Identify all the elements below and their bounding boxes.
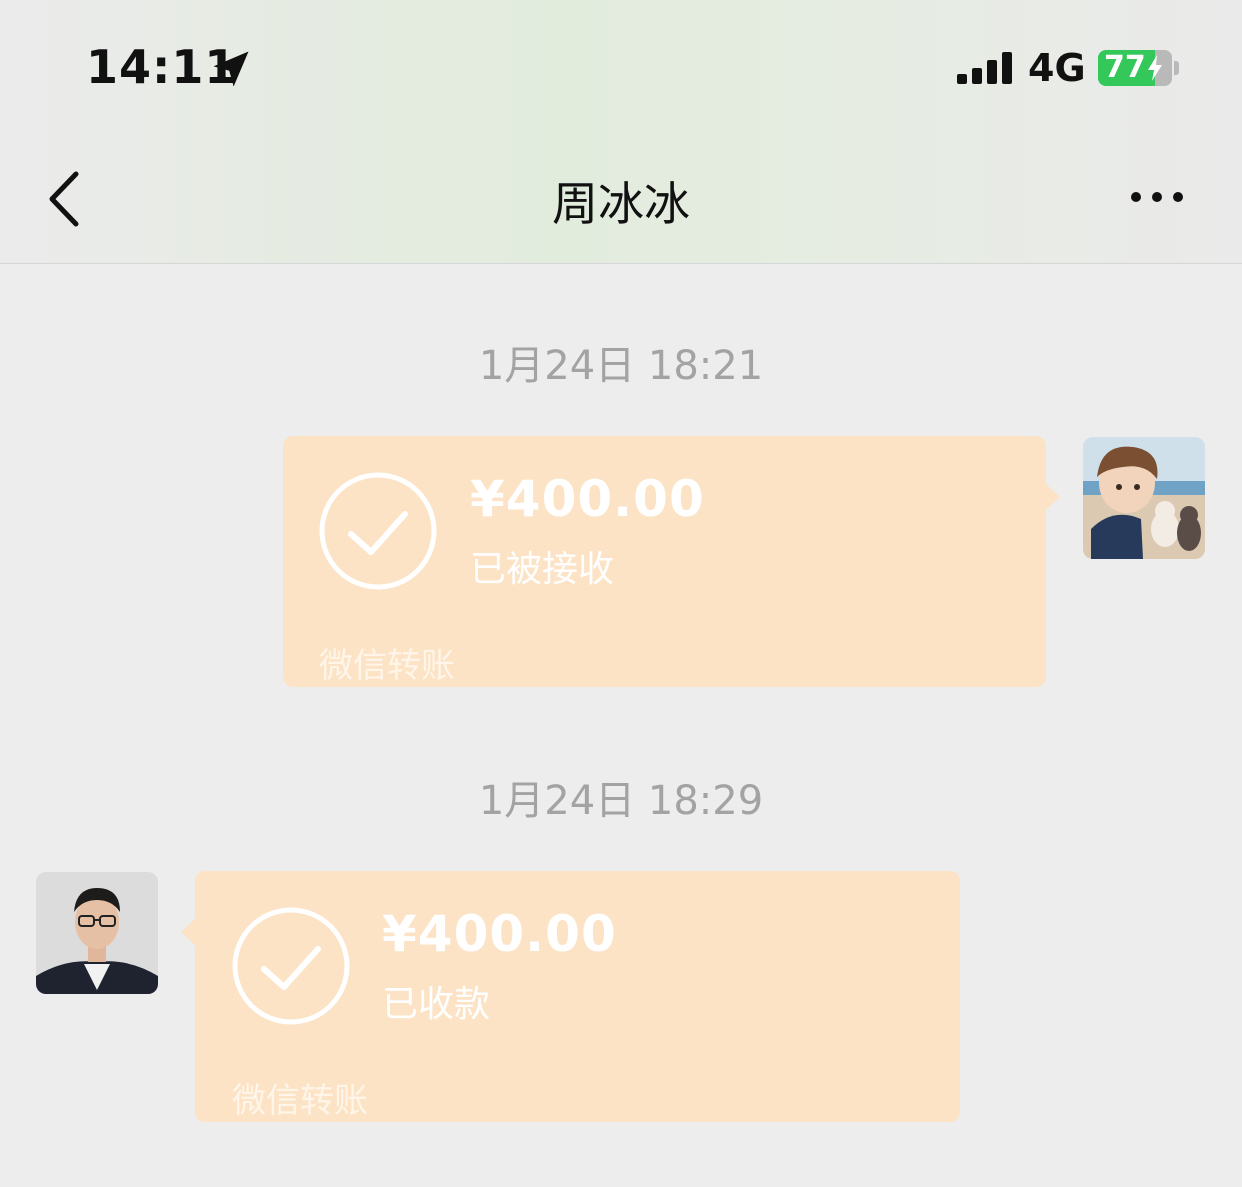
my-avatar[interactable] — [1083, 437, 1205, 559]
cartoon-boy-avatar-icon — [1083, 437, 1205, 559]
transfer-status: 已被接收 — [470, 549, 615, 590]
location-arrow-icon — [213, 51, 249, 87]
message-timestamp: 1月24日 18:21 — [478, 343, 764, 389]
transfer-status: 已收款 — [382, 984, 491, 1025]
transfer-amount: ¥400.00 — [382, 905, 617, 963]
check-circle-icon — [319, 472, 437, 590]
message-timestamp: 1月24日 18:29 — [478, 778, 764, 824]
cellular-signal-icon — [957, 52, 1012, 84]
bubble-tail — [1046, 484, 1060, 510]
top-bar: 14:11 4G 77 周冰冰 — [0, 0, 1242, 264]
contact-avatar[interactable] — [36, 872, 158, 994]
transfer-label: 微信转账 — [319, 646, 455, 686]
battery-percentage: 77 — [1104, 50, 1146, 85]
person-photo-avatar-icon — [36, 872, 158, 994]
transfer-label: 微信转账 — [232, 1081, 368, 1121]
bubble-tail — [181, 919, 195, 945]
transfer-bubble-received[interactable]: ¥400.00 已收款 微信转账 — [195, 871, 960, 1122]
transfer-bubble-sent[interactable]: ¥400.00 已被接收 微信转账 — [283, 436, 1046, 687]
chat-title: 周冰冰 — [552, 177, 690, 231]
charging-bolt-icon — [1148, 55, 1162, 81]
battery-cap — [1174, 61, 1179, 75]
check-circle-icon — [232, 907, 350, 1025]
transfer-amount: ¥400.00 — [470, 470, 705, 528]
battery-indicator: 77 — [1098, 50, 1172, 86]
back-button[interactable] — [40, 166, 90, 232]
more-options-button[interactable] — [1122, 182, 1192, 212]
network-type: 4G — [1028, 46, 1086, 90]
